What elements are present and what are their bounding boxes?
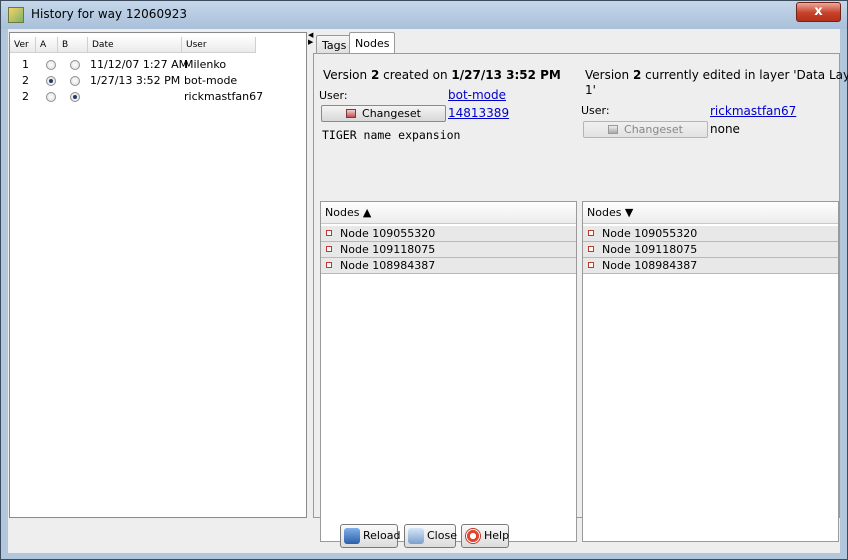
radio-a[interactable]	[46, 92, 56, 102]
close-button-label: Close	[427, 529, 457, 542]
date-cell: 11/12/07 1:27 AM	[90, 58, 189, 71]
version-prefix: Version	[323, 68, 371, 82]
version-prefix: Version	[585, 68, 633, 82]
help-button-label: Help	[484, 529, 510, 542]
user-cell: bot-mode	[184, 74, 238, 87]
version-created-on: created on	[379, 68, 452, 82]
version-cell: 1	[22, 58, 29, 71]
version-edited-in-layer: currently edited in layer 'Data Layer	[641, 68, 848, 82]
reload-button[interactable]: Reload	[340, 524, 401, 548]
history-window: History for way 12060923 x Ver A B Date …	[0, 0, 848, 560]
node-icon	[588, 262, 594, 268]
reload-icon	[344, 528, 360, 544]
left-changeset-button[interactable]: Changeset	[321, 105, 446, 122]
josm-app-icon	[8, 7, 24, 23]
left-nodes-table: Nodes ▲ Node 109055320 Node 109118075 No…	[320, 201, 577, 542]
history-row[interactable]: 2 rickmastfan67	[10, 89, 306, 105]
left-user-label: User:	[319, 89, 348, 102]
right-user-link[interactable]: rickmastfan67	[710, 104, 796, 118]
left-user-link[interactable]: bot-mode	[448, 88, 506, 102]
node-label: Node 108984387	[340, 259, 436, 272]
node-label: Node 109055320	[340, 227, 436, 240]
column-b[interactable]: B	[58, 37, 88, 53]
left-changeset-comment: TIGER name expansion	[322, 128, 461, 142]
column-user[interactable]: User	[182, 37, 256, 53]
node-row[interactable]: Node 109055320	[321, 226, 576, 242]
node-row[interactable]: Node 108984387	[321, 258, 576, 274]
column-date[interactable]: Date	[88, 37, 182, 53]
title-bar: History for way 12060923 x	[1, 1, 847, 29]
node-label: Node 109118075	[602, 243, 698, 256]
help-button[interactable]: Help	[461, 524, 509, 548]
right-version-heading-line2: 1'	[585, 83, 596, 97]
dialog-content: Ver A B Date User 1 11/12/07 1:27 AM Mil…	[8, 29, 848, 553]
radio-b[interactable]	[70, 76, 80, 86]
right-user-label: User:	[581, 104, 610, 117]
version-date: 1/27/13 3:52 PM	[451, 68, 561, 82]
left-nodes-header[interactable]: Nodes ▲	[321, 202, 576, 224]
history-table: Ver A B Date User 1 11/12/07 1:27 AM Mil…	[9, 32, 307, 518]
user-cell: Milenko	[184, 58, 227, 71]
date-cell: 1/27/13 3:52 PM	[90, 74, 181, 87]
node-label: Node 108984387	[602, 259, 698, 272]
detail-panel: Tags Nodes Version 2 created on 1/27/13 …	[313, 32, 848, 542]
node-row[interactable]: Node 108984387	[583, 258, 838, 274]
tab-nodes[interactable]: Nodes	[349, 32, 396, 55]
history-row[interactable]: 2 1/27/13 3:52 PM bot-mode	[10, 73, 306, 89]
left-version-heading: Version 2 created on 1/27/13 3:52 PM	[323, 68, 561, 82]
nodes-tab-content: Version 2 created on 1/27/13 3:52 PM Use…	[313, 53, 848, 542]
changeset-button-label: Changeset	[624, 123, 683, 136]
node-row[interactable]: Node 109118075	[583, 242, 838, 258]
node-icon	[326, 262, 332, 268]
column-a[interactable]: A	[36, 37, 58, 53]
node-icon	[326, 246, 332, 252]
right-changeset-button[interactable]: Changeset	[583, 121, 708, 138]
left-changeset-link[interactable]: 14813389	[448, 106, 509, 120]
node-icon	[588, 246, 594, 252]
help-lifebuoy-icon	[465, 528, 481, 544]
radio-a[interactable]	[46, 60, 56, 70]
user-cell: rickmastfan67	[184, 90, 264, 103]
right-changeset-value: none	[710, 122, 740, 136]
changeset-button-label: Changeset	[362, 107, 421, 120]
radio-b[interactable]	[70, 60, 80, 70]
close-button[interactable]: Close	[404, 524, 457, 548]
version-cell: 2	[22, 74, 29, 87]
node-row[interactable]: Node 109118075	[321, 242, 576, 258]
node-label: Node 109055320	[602, 227, 698, 240]
right-version-heading: Version 2 currently edited in layer 'Dat…	[585, 68, 848, 82]
reload-button-label: Reload	[363, 529, 401, 542]
window-title: History for way 12060923	[31, 7, 187, 21]
node-row[interactable]: Node 109055320	[583, 226, 838, 242]
column-ver[interactable]: Ver	[10, 37, 36, 53]
node-icon	[326, 230, 332, 236]
changeset-icon	[608, 125, 619, 134]
changeset-icon	[346, 109, 357, 118]
tab-tags[interactable]: Tags	[316, 35, 353, 54]
history-row[interactable]: 1 11/12/07 1:27 AM Milenko	[10, 57, 306, 73]
node-icon	[588, 230, 594, 236]
radio-b[interactable]	[70, 92, 80, 102]
right-nodes-header[interactable]: Nodes ▼	[583, 202, 838, 224]
radio-a[interactable]	[46, 76, 56, 86]
close-icon	[408, 528, 424, 544]
window-close-button[interactable]: x	[796, 2, 841, 22]
version-cell: 2	[22, 90, 29, 103]
node-label: Node 109118075	[340, 243, 436, 256]
right-nodes-table: Nodes ▼ Node 109055320 Node 109118075 No…	[582, 201, 839, 542]
